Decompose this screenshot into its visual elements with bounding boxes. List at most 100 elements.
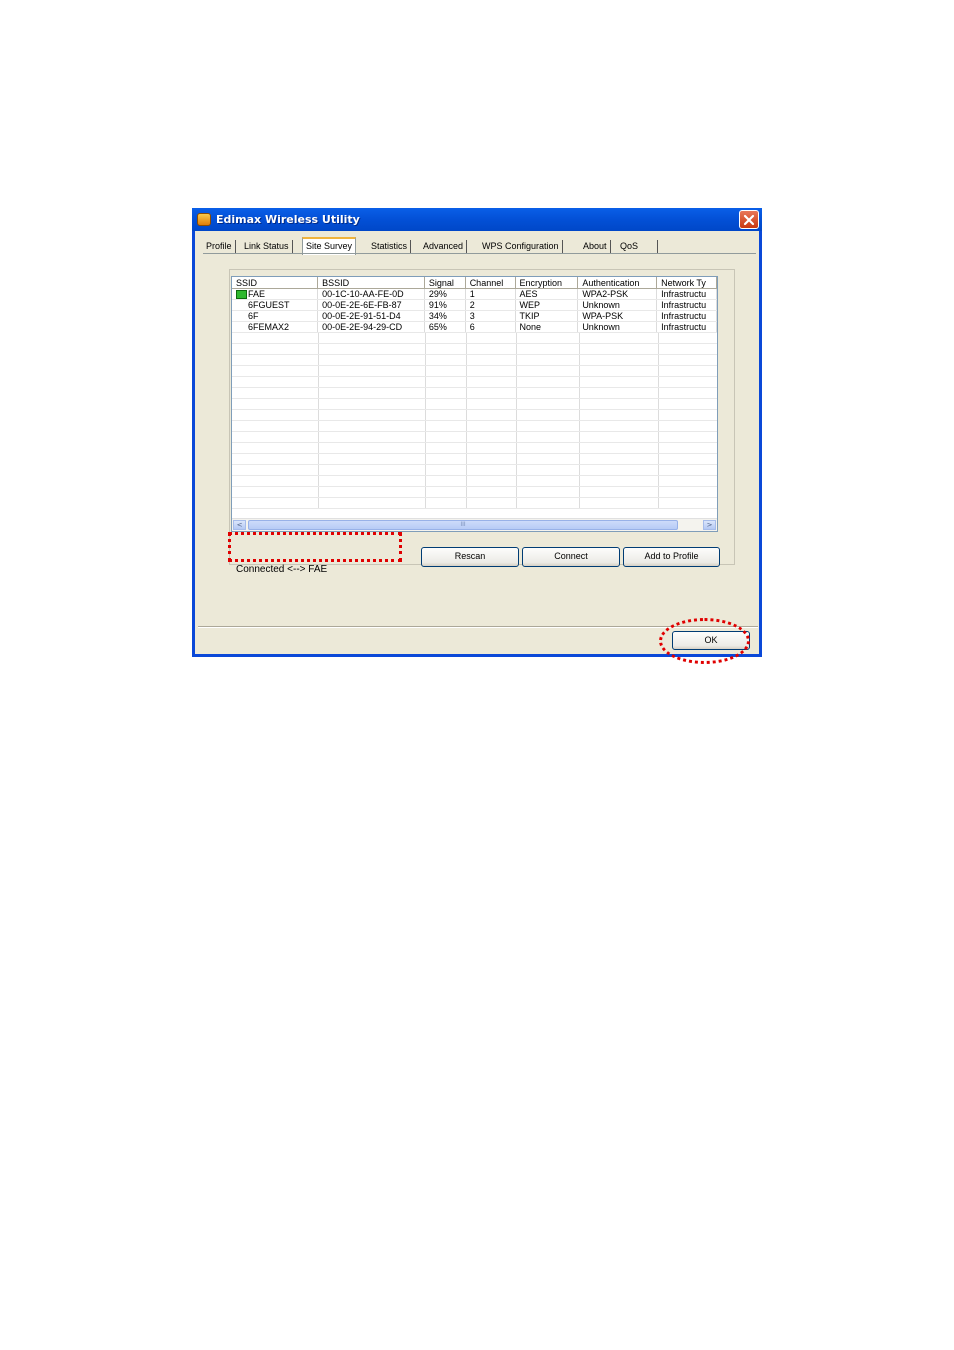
status-highlight-annotation bbox=[228, 532, 402, 562]
grid-line bbox=[516, 366, 517, 376]
grid-line bbox=[516, 333, 517, 343]
grid-line bbox=[658, 421, 659, 431]
scroll-right-icon[interactable]: > bbox=[703, 520, 716, 530]
grid-line bbox=[466, 432, 467, 442]
empty-row bbox=[232, 465, 717, 476]
grid-line bbox=[425, 487, 426, 497]
grid-line bbox=[466, 421, 467, 431]
grid-line bbox=[516, 487, 517, 497]
grid-line bbox=[516, 410, 517, 420]
tab-advanced[interactable]: Advanced bbox=[420, 240, 468, 253]
connection-status-text: Connected <--> FAE bbox=[236, 564, 328, 575]
ssid-cell: 6FEMAX2 bbox=[232, 321, 319, 334]
empty-row bbox=[232, 410, 717, 421]
column-header-bssid[interactable]: BSSID bbox=[317, 277, 425, 289]
grid-line bbox=[425, 454, 426, 464]
empty-row bbox=[232, 443, 717, 454]
grid-line bbox=[318, 399, 319, 409]
table-row[interactable]: 6FEMAX2 00-0E-2E-94-29-CD 65% 6 None Unk… bbox=[232, 321, 717, 334]
grid-line bbox=[318, 487, 319, 497]
empty-row bbox=[232, 454, 717, 465]
grid-line bbox=[579, 487, 580, 497]
tab-profile[interactable]: Profile bbox=[203, 240, 236, 253]
grid-line bbox=[516, 355, 517, 365]
authentication-cell: Unknown bbox=[577, 321, 658, 334]
empty-row bbox=[232, 388, 717, 399]
grid-line bbox=[658, 399, 659, 409]
tab-wps-configuration[interactable]: WPS Configuration bbox=[479, 240, 563, 253]
table-row[interactable]: 6F 00-0E-2E-91-51-D4 34% 3 TKIP WPA-PSK … bbox=[232, 310, 717, 323]
authentication-cell: WPA2-PSK bbox=[577, 288, 658, 301]
grid-line bbox=[658, 432, 659, 442]
grid-line bbox=[579, 333, 580, 343]
grid-line bbox=[658, 465, 659, 475]
grid-line bbox=[466, 344, 467, 354]
grid-line bbox=[516, 377, 517, 387]
tab-link-status[interactable]: Link Status bbox=[241, 240, 293, 253]
grid-line bbox=[466, 355, 467, 365]
column-header-network-type[interactable]: Network Ty bbox=[656, 277, 717, 289]
grid-line bbox=[658, 366, 659, 376]
tab-about[interactable]: About bbox=[580, 240, 611, 253]
column-header-ssid[interactable]: SSID bbox=[232, 277, 319, 289]
ssid-cell: 6F bbox=[232, 310, 319, 323]
grid-line bbox=[516, 465, 517, 475]
grid-line bbox=[425, 432, 426, 442]
column-header-signal[interactable]: Signal bbox=[424, 277, 466, 289]
network-type-cell: Infrastructu bbox=[656, 299, 717, 312]
column-header-authentication[interactable]: Authentication bbox=[577, 277, 658, 289]
network-list[interactable]: SSID BSSID Signal Channel Encryption Aut… bbox=[231, 276, 718, 532]
grid-line bbox=[579, 432, 580, 442]
signal-cell: 34% bbox=[424, 310, 466, 323]
ok-highlight-annotation bbox=[659, 618, 750, 664]
horizontal-scrollbar[interactable]: < III > bbox=[232, 518, 717, 531]
empty-row bbox=[232, 476, 717, 487]
grid-line bbox=[425, 399, 426, 409]
grid-line bbox=[318, 333, 319, 343]
column-header-encryption[interactable]: Encryption bbox=[515, 277, 579, 289]
empty-row bbox=[232, 366, 717, 377]
ssid-cell: FAE bbox=[232, 288, 319, 301]
grid-line bbox=[658, 454, 659, 464]
signal-cell: 65% bbox=[424, 321, 466, 334]
channel-cell: 3 bbox=[465, 310, 516, 323]
title-bar[interactable]: Edimax Wireless Utility bbox=[192, 208, 762, 231]
signal-cell: 91% bbox=[424, 299, 466, 312]
empty-row bbox=[232, 355, 717, 366]
grid-line bbox=[658, 410, 659, 420]
grid-line bbox=[658, 388, 659, 398]
tab-qos[interactable]: QoS bbox=[617, 240, 658, 253]
empty-row bbox=[232, 399, 717, 410]
rescan-button[interactable]: Rescan bbox=[421, 547, 519, 567]
add-to-profile-button[interactable]: Add to Profile bbox=[623, 547, 720, 567]
scrollbar-thumb[interactable]: III bbox=[248, 520, 678, 530]
empty-row bbox=[232, 333, 717, 344]
grid-line bbox=[658, 443, 659, 453]
grid-line bbox=[425, 410, 426, 420]
empty-rows bbox=[232, 333, 717, 509]
channel-cell: 1 bbox=[465, 288, 516, 301]
bssid-cell: 00-0E-2E-94-29-CD bbox=[317, 321, 425, 334]
tab-statistics[interactable]: Statistics bbox=[368, 240, 412, 253]
grid-line bbox=[466, 388, 467, 398]
grid-line bbox=[318, 465, 319, 475]
channel-cell: 2 bbox=[465, 299, 516, 312]
grid-line bbox=[579, 344, 580, 354]
column-header-channel[interactable]: Channel bbox=[465, 277, 516, 289]
grid-line bbox=[466, 487, 467, 497]
connect-button[interactable]: Connect bbox=[522, 547, 620, 567]
grid-line bbox=[579, 421, 580, 431]
grid-line bbox=[579, 388, 580, 398]
grid-line bbox=[425, 366, 426, 376]
grid-line bbox=[466, 333, 467, 343]
grid-line bbox=[579, 355, 580, 365]
scroll-left-icon[interactable]: < bbox=[233, 520, 246, 530]
grid-line bbox=[318, 366, 319, 376]
table-row[interactable]: 6FGUEST 00-0E-2E-6E-FB-87 91% 2 WEP Unkn… bbox=[232, 299, 717, 312]
close-button[interactable] bbox=[739, 210, 759, 229]
grid-line bbox=[658, 377, 659, 387]
empty-row bbox=[232, 344, 717, 355]
encryption-cell: WEP bbox=[515, 299, 579, 312]
grid-line bbox=[425, 333, 426, 343]
table-row[interactable]: FAE 00-1C-10-AA-FE-0D 29% 1 AES WPA2-PSK… bbox=[232, 288, 717, 301]
